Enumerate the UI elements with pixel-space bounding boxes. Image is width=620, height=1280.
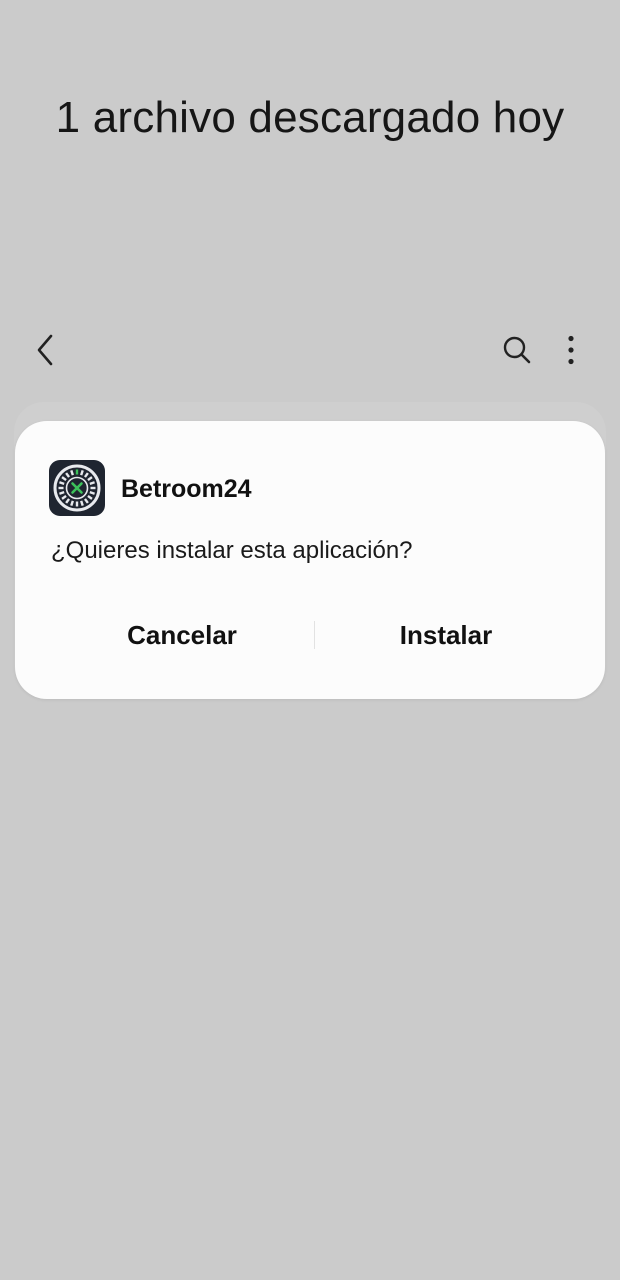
install-button[interactable]: Instalar: [326, 613, 566, 657]
search-icon: [503, 336, 531, 364]
install-dialog: Betroom24 ¿Quieres instalar esta aplicac…: [15, 421, 605, 699]
page-title: 1 archivo descargado hoy: [55, 93, 565, 142]
app-icon: [49, 460, 105, 516]
back-button[interactable]: [26, 330, 66, 370]
app-name: Betroom24: [121, 475, 252, 503]
download-screen: 1 archivo descargado hoy Betroom24 ¿Quie…: [0, 0, 620, 1280]
cancel-button[interactable]: Cancelar: [62, 613, 302, 657]
more-vertical-icon: [568, 335, 574, 365]
more-options-button[interactable]: [551, 330, 591, 370]
search-button[interactable]: [497, 330, 537, 370]
button-divider: [314, 621, 315, 649]
chevron-left-icon: [37, 334, 53, 366]
toolbar: [0, 322, 620, 378]
install-prompt: ¿Quieres instalar esta aplicación?: [51, 537, 413, 564]
roulette-wheel-icon: [53, 464, 101, 512]
